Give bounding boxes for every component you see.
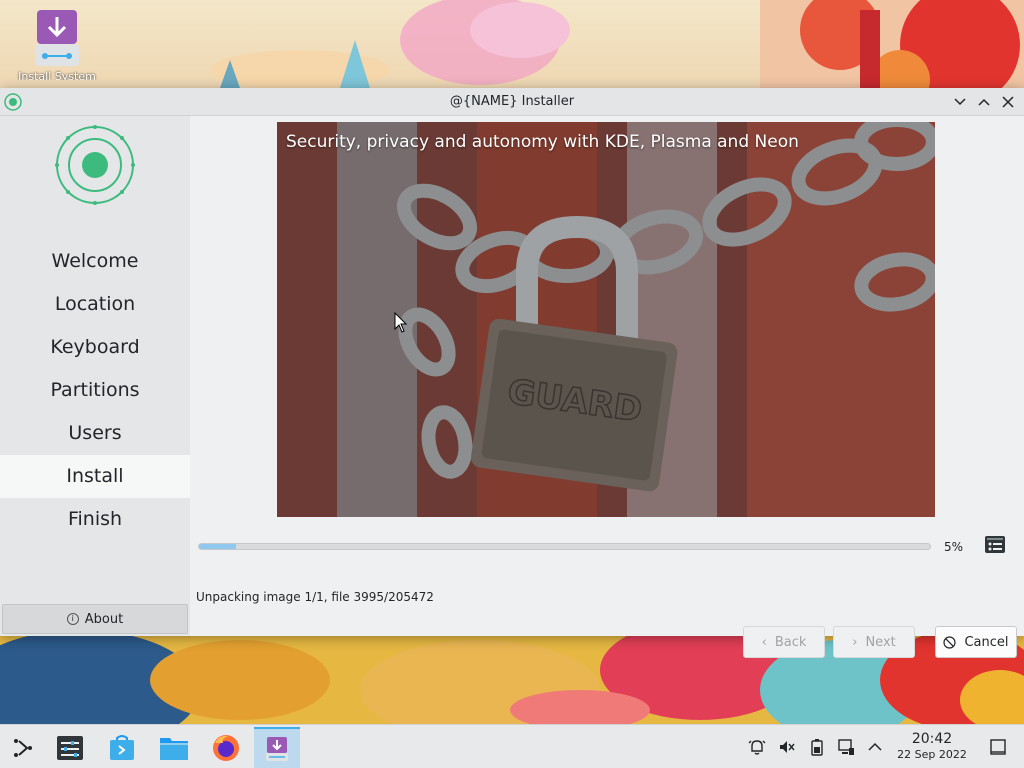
window-titlebar[interactable]: @{NAME} Installer <box>0 88 1024 116</box>
minimize-icon[interactable] <box>950 92 970 112</box>
step-location: Location <box>54 293 136 315</box>
network-icon[interactable] <box>836 737 856 757</box>
chevron-right-icon: › <box>852 634 858 650</box>
about-button[interactable]: i About <box>2 604 188 634</box>
installer-icon <box>32 10 82 66</box>
chevron-left-icon: ‹ <box>761 634 767 650</box>
step-finish: Finish <box>67 508 123 530</box>
step-partitions: Partitions <box>50 379 140 401</box>
step-welcome: Welcome <box>51 250 139 272</box>
app-logo-icon[interactable] <box>4 93 22 111</box>
window-title: @{NAME} Installer <box>449 94 575 109</box>
slide-caption: Security, privacy and autonomy with KDE,… <box>286 132 799 152</box>
cancel-button[interactable]: Cancel <box>935 626 1017 658</box>
back-button[interactable]: ‹ Back <box>743 626 825 658</box>
mouse-cursor-icon <box>394 312 408 333</box>
discover-icon[interactable] <box>99 727 145 768</box>
install-page: GUARD Security, privacy and autonomy wit… <box>190 116 1024 658</box>
close-icon[interactable] <box>998 92 1018 112</box>
install-status-text: Unpacking image 1/1, file 3995/205472 <box>196 590 434 604</box>
step-install: Install <box>0 455 190 498</box>
cancel-label: Cancel <box>964 634 1009 650</box>
clock-time: 20:42 <box>911 731 953 747</box>
digital-clock[interactable]: 20:42 22 Sep 2022 <box>892 731 972 762</box>
desktop-icon-label: Install System <box>18 70 96 80</box>
firefox-icon[interactable] <box>203 727 249 768</box>
distro-logo-icon <box>54 124 136 206</box>
step-keyboard: Keyboard <box>50 336 140 358</box>
clock-date: 22 Sep 2022 <box>897 748 967 761</box>
installer-window: @{NAME} Installer Welcome Location Keybo… <box>0 88 1024 658</box>
info-icon: i <box>66 613 79 625</box>
progress-row: 5% <box>198 536 1016 556</box>
volume-muted-icon[interactable] <box>777 737 797 757</box>
cancel-icon <box>943 635 957 649</box>
about-label: About <box>84 611 124 627</box>
file-manager-icon[interactable] <box>151 727 197 768</box>
installer-sidebar: Welcome Location Keyboard Partitions Use… <box>0 116 190 636</box>
taskbar: 20:42 22 Sep 2022 <box>0 724 1024 768</box>
steps-list: Welcome Location Keyboard Partitions Use… <box>0 240 190 541</box>
progress-percent: 5% <box>944 540 964 554</box>
application-launcher-icon[interactable] <box>0 727 46 768</box>
toggle-log-icon[interactable] <box>984 534 1006 556</box>
notifications-icon[interactable] <box>747 737 767 757</box>
next-button[interactable]: › Next <box>833 626 915 658</box>
progress-fill <box>199 544 236 549</box>
installer-icon[interactable] <box>254 727 300 768</box>
next-label: Next <box>865 634 896 650</box>
expand-tray-icon[interactable] <box>865 737 885 757</box>
back-label: Back <box>774 634 807 650</box>
battery-icon[interactable] <box>807 737 827 757</box>
show-desktop-icon[interactable] <box>988 737 1008 757</box>
slideshow-image: GUARD Security, privacy and autonomy wit… <box>277 122 935 517</box>
install-progress-bar <box>198 543 931 550</box>
system-settings-icon[interactable] <box>47 727 93 768</box>
maximize-icon[interactable] <box>974 92 994 112</box>
step-users: Users <box>68 422 122 444</box>
install-system-desktop-icon[interactable]: Install System <box>14 10 100 80</box>
